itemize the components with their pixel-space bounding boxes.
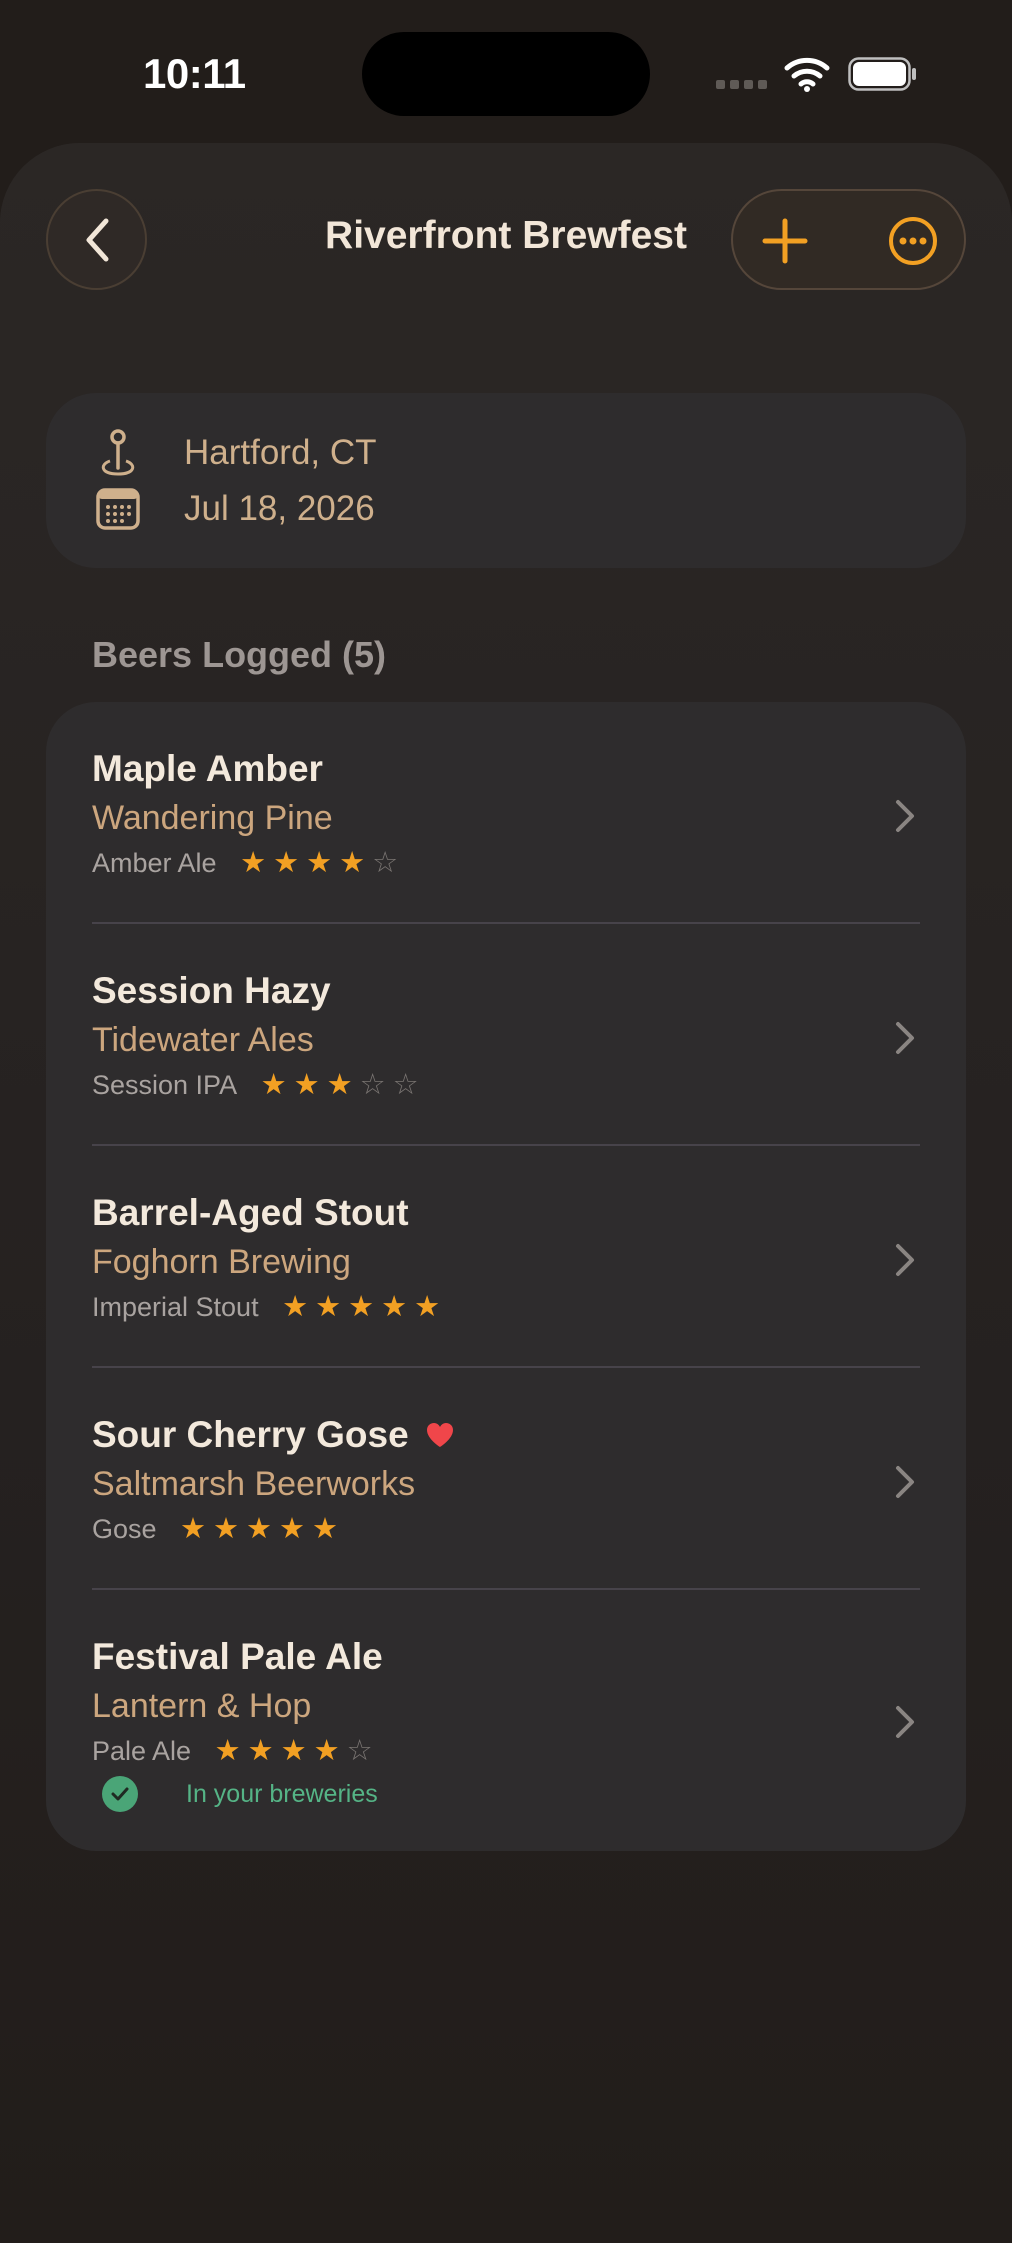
star-filled-icon: ★ [273, 847, 300, 879]
beer-row[interactable]: Session Hazy Tidewater Ales Session IPA … [46, 924, 966, 1146]
beer-brewery: Saltmarsh Beerworks [92, 1465, 416, 1503]
calendar-icon [96, 488, 140, 530]
status-bar: 10:11 [0, 0, 1012, 140]
back-button[interactable] [46, 189, 147, 290]
more-options-button[interactable] [881, 209, 945, 273]
beer-row[interactable]: Festival Pale Ale Lantern & Hop Pale Ale… [46, 1590, 966, 1851]
beer-row[interactable]: Sour Cherry Gose Saltmarsh Beerworks Gos… [46, 1368, 966, 1590]
star-filled-icon: ★ [312, 1513, 339, 1545]
chevron-left-icon [86, 218, 108, 261]
star-filled-icon: ★ [180, 1513, 207, 1545]
section-header: Beers Logged (5) [92, 634, 387, 675]
event-date: Jul 18, 2026 [184, 489, 375, 528]
beer-brewery: Lantern & Hop [92, 1687, 312, 1725]
chevron-right-icon [896, 1244, 914, 1276]
rating-stars: ★ ★ ★ ★ ☆ [211, 1737, 376, 1766]
beer-brewery: Tidewater Ales [92, 1021, 314, 1059]
wifi-icon [784, 57, 830, 92]
plus-icon [762, 218, 808, 264]
rating-stars: ★ ★ ★ ★ ★ [177, 1515, 342, 1544]
star-filled-icon: ★ [339, 847, 366, 879]
event-info-card: Hartford, CT Jul 18, 2026 [46, 393, 966, 568]
beer-style: Imperial Stout [92, 1292, 259, 1322]
pin-icon [101, 429, 135, 476]
page-title: Riverfront Brewfest [325, 214, 687, 257]
star-filled-icon: ★ [414, 1291, 441, 1323]
star-empty-icon: ☆ [346, 1735, 373, 1767]
beer-style: Amber Ale [92, 848, 217, 878]
beer-row[interactable]: Barrel-Aged Stout Foghorn Brewing Imperi… [46, 1146, 966, 1368]
chevron-right-icon [896, 1466, 914, 1498]
event-location-row: Hartford, CT [94, 427, 377, 479]
event-date-row: Jul 18, 2026 [94, 483, 375, 535]
rating-stars: ★ ★ ★ ★ ★ [279, 1293, 444, 1322]
beer-meta: Pale Ale ★ ★ ★ ★ ☆ [92, 1736, 376, 1767]
star-filled-icon: ★ [282, 1291, 309, 1323]
chevron-right-icon [896, 800, 914, 832]
dynamic-island [362, 32, 650, 116]
star-filled-icon: ★ [348, 1291, 375, 1323]
star-filled-icon: ★ [240, 847, 267, 879]
beer-name: Sour Cherry Gose [92, 1414, 455, 1456]
star-filled-icon: ★ [280, 1735, 307, 1767]
status-time: 10:11 [143, 50, 246, 97]
beer-style: Gose [92, 1514, 157, 1544]
star-filled-icon: ★ [293, 1069, 320, 1101]
event-location: Hartford, CT [184, 433, 377, 472]
rating-stars: ★ ★ ★ ☆ ☆ [257, 1071, 422, 1100]
rating-stars: ★ ★ ★ ★ ☆ [237, 849, 402, 878]
heart-icon [426, 1423, 453, 1447]
beer-meta: Imperial Stout ★ ★ ★ ★ ★ [92, 1292, 444, 1323]
star-filled-icon: ★ [260, 1069, 287, 1101]
beer-brewery: Foghorn Brewing [92, 1243, 351, 1281]
beer-style: Pale Ale [92, 1736, 192, 1766]
beer-list: Maple Amber Wandering Pine Amber Ale ★ ★ ★… [46, 702, 966, 1851]
add-beer-button[interactable] [753, 209, 817, 273]
ellipsis-circle-icon [889, 217, 937, 265]
star-filled-icon: ★ [315, 1291, 342, 1323]
checkmark-circle-icon [102, 1776, 138, 1812]
beer-name: Session Hazy [92, 970, 331, 1011]
star-filled-icon: ★ [279, 1513, 306, 1545]
beer-meta: Gose ★ ★ ★ ★ ★ [92, 1514, 342, 1545]
star-filled-icon: ★ [313, 1735, 340, 1767]
star-filled-icon: ★ [247, 1735, 274, 1767]
star-empty-icon: ☆ [372, 847, 399, 879]
star-filled-icon: ★ [214, 1735, 241, 1767]
star-filled-icon: ★ [306, 847, 333, 879]
battery-icon [848, 57, 916, 91]
chevron-right-icon [896, 1706, 914, 1738]
beer-meta: Amber Ale ★ ★ ★ ★ ☆ [92, 848, 402, 879]
chevron-right-icon [896, 1022, 914, 1054]
star-filled-icon: ★ [213, 1513, 240, 1545]
beer-row[interactable]: Maple Amber Wandering Pine Amber Ale ★ ★ ★… [46, 702, 966, 924]
beer-meta: Session IPA ★ ★ ★ ☆ ☆ [92, 1070, 422, 1101]
star-filled-icon: ★ [381, 1291, 408, 1323]
cellular-signal-icon [716, 80, 767, 89]
nav-actions-group [731, 189, 966, 290]
star-filled-icon: ★ [246, 1513, 273, 1545]
beer-name: Maple Amber [92, 748, 323, 789]
badge-label: In your breweries [186, 1779, 378, 1808]
beer-name: Festival Pale Ale [92, 1636, 383, 1677]
star-filled-icon: ★ [326, 1069, 353, 1101]
star-empty-icon: ☆ [392, 1069, 419, 1101]
beer-name: Barrel-Aged Stout [92, 1192, 409, 1233]
beer-brewery: Wandering Pine [92, 799, 333, 837]
in-breweries-badge: In your breweries [102, 1776, 378, 1812]
star-empty-icon: ☆ [359, 1069, 386, 1101]
beer-style: Session IPA [92, 1070, 238, 1100]
